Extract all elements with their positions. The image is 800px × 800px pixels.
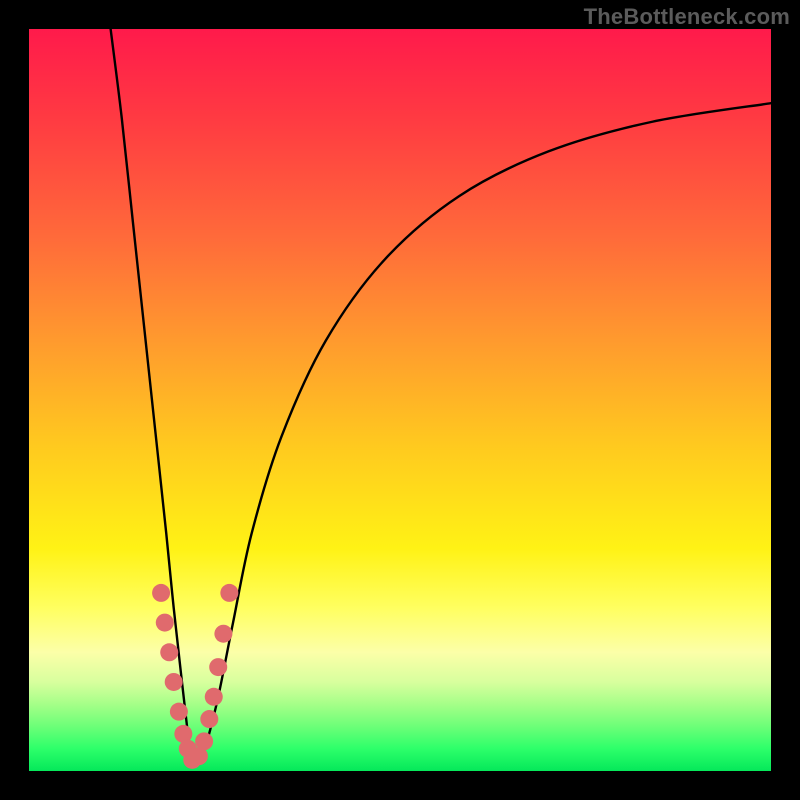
sample-dot: [195, 732, 213, 750]
sample-dots-group: [152, 584, 238, 769]
sample-dot: [200, 710, 218, 728]
sample-dot: [220, 584, 238, 602]
sample-dot: [156, 614, 174, 632]
right-branch-path: [200, 103, 771, 763]
watermark-text: TheBottleneck.com: [584, 4, 790, 30]
sample-dot: [170, 703, 188, 721]
left-branch-path: [111, 29, 193, 764]
sample-dot: [152, 584, 170, 602]
sample-dot: [160, 643, 178, 661]
outer-frame: TheBottleneck.com: [0, 0, 800, 800]
sample-dot: [214, 625, 232, 643]
plot-area: [29, 29, 771, 771]
curve-layer: [29, 29, 771, 771]
sample-dot: [165, 673, 183, 691]
sample-dot: [205, 688, 223, 706]
sample-dot: [209, 658, 227, 676]
